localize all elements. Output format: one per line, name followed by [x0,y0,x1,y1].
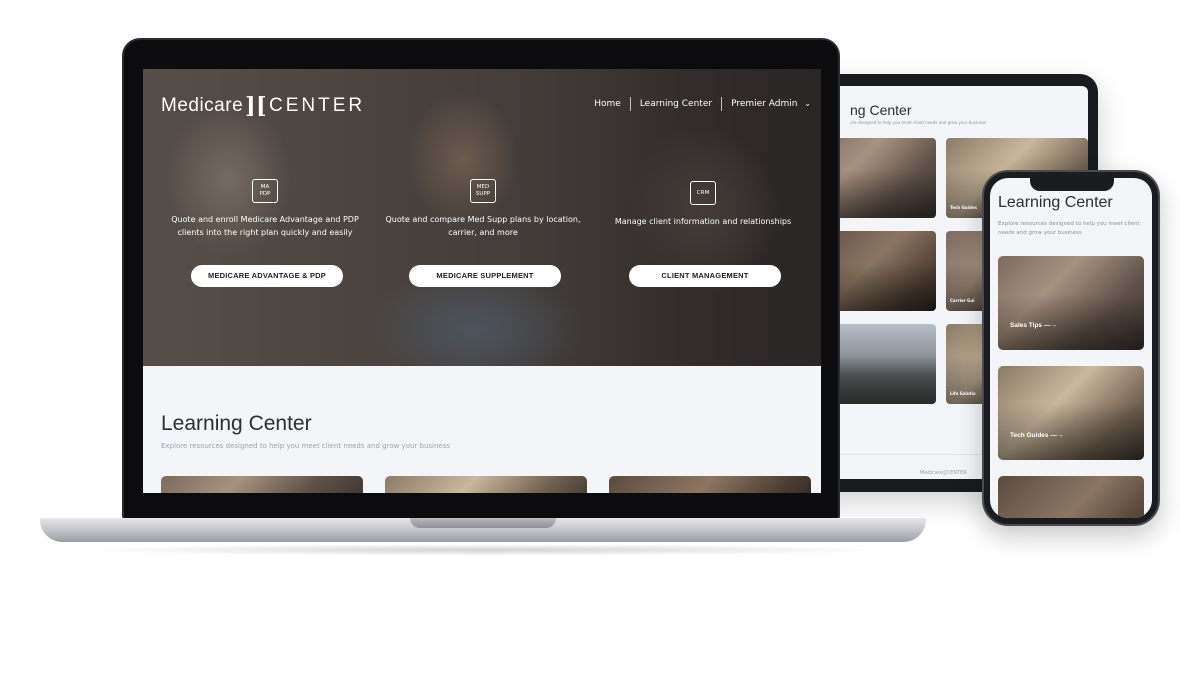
badge-line: PDP [259,191,271,197]
learning-card-1[interactable] [161,476,363,493]
crm-icon: CRM [690,181,716,205]
phone-card-3[interactable] [998,476,1144,518]
phone-page-subtitle: Explore resources designed to help you m… [998,221,1140,236]
badge-line: CRM [696,190,710,196]
med-supp-icon: MED SUPP [470,179,496,203]
tablet-card-label: Life Solutio [950,391,976,396]
laptop-screen: Medicare ][ CENTER Home Learning Center … [143,69,821,493]
tablet-page-subtitle: ces designed to help you meet client nee… [850,120,987,125]
phone-notch [1030,177,1114,191]
badge-line: MED [476,184,490,190]
feature-medicare-advantage: MA PDP Quote and enroll Medicare Advanta… [165,179,365,287]
nav-separator [629,97,631,111]
medicare-supplement-button[interactable]: MEDICARE SUPPLEMENT [409,265,561,287]
logo-bracket-mark: ][ [245,93,267,119]
nav-account-label: Premier Admin [731,99,798,109]
feature-description: Quote and enroll Medicare Advantage and … [171,215,359,237]
badge-line: SUPP [475,191,491,197]
tablet-card-label: Tech Guides [950,205,977,210]
chevron-down-icon: ⌄ [804,99,811,108]
main-nav: Home Learning Center Premier Admin ⌄ [594,97,811,111]
nav-learning-center[interactable]: Learning Center [640,99,712,109]
phone-card-sales-tips[interactable]: Sales Tips —→ [998,256,1144,350]
learning-card-2[interactable] [385,476,587,493]
nav-home[interactable]: Home [594,99,621,109]
client-management-button[interactable]: CLIENT MANAGEMENT [629,265,781,287]
feature-client-management: CRM Manage client information and relati… [603,179,803,287]
hero-banner: Medicare ][ CENTER Home Learning Center … [143,69,821,366]
medicare-advantage-button[interactable]: MEDICARE ADVANTAGE & PDP [191,265,343,287]
tablet-card-label: Carrier Gui [950,298,975,303]
nav-account-menu[interactable]: Premier Admin ⌄ [731,99,811,109]
feature-medicare-supplement: MED SUPP Quote and compare Med Supp plan… [383,179,583,287]
ma-pdp-icon: MA PDP [252,179,278,203]
laptop-shadow [80,544,890,556]
tablet-page-title: ng Center [850,102,912,118]
phone-screen: Learning Center Explore resources design… [990,178,1152,518]
phone-card-tech-guides[interactable]: Tech Guides —→ [998,366,1144,460]
site-logo[interactable]: Medicare ][ CENTER [161,93,365,119]
device-mockup-stage: ng Center ces designed to help you meet … [0,0,1180,692]
badge-line: MA [260,184,270,190]
learning-card-3[interactable] [609,476,811,493]
phone-card-label: Tech Guides —→ [1010,432,1064,439]
feature-description: Manage client information and relationsh… [614,217,792,226]
tablet-footer-logo: Medicare][CENTER [920,470,967,476]
laptop-trackpad-notch [410,518,556,528]
learning-center-title: Learning Center [161,412,312,435]
phone-card-label: Sales Tips —→ [1010,322,1057,329]
feature-description: Quote and compare Med Supp plans by loca… [385,215,581,237]
logo-word-medicare: Medicare [161,95,244,116]
phone-page-title: Learning Center [998,194,1113,211]
logo-word-center: CENTER [268,95,366,116]
nav-separator [721,97,723,111]
learning-center-subtitle: Explore resources designed to help you m… [161,442,451,450]
